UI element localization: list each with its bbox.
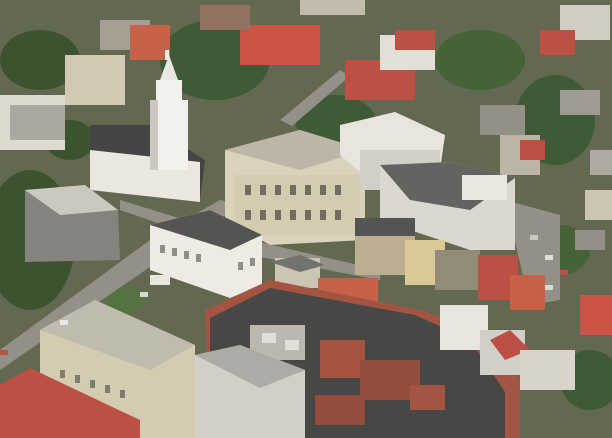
aerial-city-photo (0, 0, 612, 438)
haze-overlay (0, 0, 612, 438)
